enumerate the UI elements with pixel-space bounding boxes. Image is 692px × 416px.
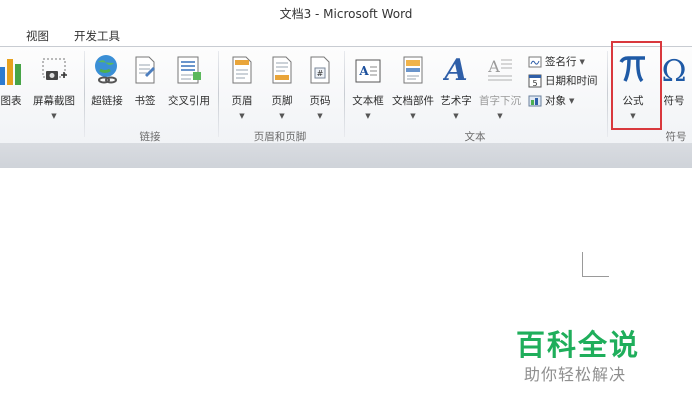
svg-text:A: A (358, 64, 369, 78)
hyperlink-label: 超链接 (91, 95, 123, 107)
chevron-down-icon: ▼ (317, 112, 323, 120)
svg-text:A: A (487, 57, 500, 76)
svg-text:#: # (317, 69, 324, 78)
watermark-subtitle: 助你轻松解决 (524, 365, 627, 384)
page-number-label: 页码 (309, 95, 331, 107)
ribbon-bottom-band (0, 143, 692, 169)
screenshot-icon (28, 51, 80, 85)
svg-text:A: A (443, 53, 468, 85)
hyperlink-icon (88, 51, 126, 85)
chevron-down-icon: ▼ (410, 112, 416, 120)
signature-line-icon (528, 56, 542, 67)
drop-cap-button[interactable]: A 首字下沉 ▼ (476, 51, 524, 120)
tab-developer[interactable]: 开发工具 (74, 28, 120, 44)
header-icon (226, 51, 258, 85)
bookmark-label: 书签 (134, 95, 156, 107)
drop-cap-icon: A (476, 51, 524, 85)
chevron-down-icon: ▼ (365, 112, 371, 120)
cross-reference-button[interactable]: 交叉引用 (164, 51, 214, 108)
date-time-label: 日期和时间 (545, 75, 598, 87)
cross-reference-label: 交叉引用 (168, 95, 210, 107)
chart-button[interactable]: 图表 (0, 51, 26, 108)
group-label-symbols: 符号 (665, 131, 687, 143)
group-label-header-footer: 页眉和页脚 (253, 131, 307, 143)
cross-reference-icon (164, 51, 214, 85)
chevron-down-icon: ▼ (579, 57, 585, 66)
text-box-button[interactable]: A 文本框 ▼ (350, 51, 386, 120)
date-time-icon: 5 (528, 74, 542, 88)
chevron-down-icon: ▼ (279, 112, 285, 120)
screenshot-button[interactable]: 屏幕截图 ▼ (28, 51, 80, 120)
page-number-button[interactable]: # 页码 ▼ (304, 51, 336, 120)
date-time-button[interactable]: 5 日期和时间 (528, 73, 598, 88)
quick-parts-icon (390, 51, 436, 85)
page-number-icon: # (304, 51, 336, 85)
group-separator (218, 51, 219, 137)
text-box-icon: A (350, 51, 386, 85)
signature-line-button[interactable]: 签名行 ▼ (528, 54, 585, 69)
object-icon (528, 95, 542, 106)
chevron-down-icon: ▼ (453, 112, 459, 120)
group-separator (344, 51, 345, 137)
quick-parts-label: 文档部件 (392, 95, 434, 107)
hyperlink-button[interactable]: 超链接 (88, 51, 126, 108)
object-label: 对象 (545, 95, 566, 107)
wordart-icon: A (438, 51, 474, 85)
group-separator (84, 51, 85, 137)
footer-icon (266, 51, 298, 85)
chevron-down-icon: ▼ (239, 112, 245, 120)
chevron-down-icon: ▼ (569, 96, 575, 105)
wordart-button[interactable]: A 艺术字 ▼ (438, 51, 474, 120)
footer-label: 页脚 (271, 95, 293, 107)
svg-text:5: 5 (532, 79, 537, 88)
bookmark-button[interactable]: 书签 (130, 51, 160, 108)
svg-text:Ω: Ω (662, 54, 687, 85)
tab-view[interactable]: 视图 (26, 28, 49, 44)
group-label-text: 文本 (464, 131, 486, 143)
screenshot-label: 屏幕截图 (33, 95, 75, 107)
wordart-label: 艺术字 (440, 95, 472, 107)
chart-icon (0, 51, 26, 85)
bookmark-icon (130, 51, 160, 85)
title-bar: 文档3 - Microsoft Word (0, 0, 692, 26)
footer-button[interactable]: 页脚 ▼ (266, 51, 298, 120)
header-button[interactable]: 页眉 ▼ (226, 51, 258, 120)
page-margin-mark (582, 252, 609, 277)
ribbon: 图表 屏幕截图 ▼ 超链接 书签 交叉引用 页眉 ▼ 页脚 ▼ # 页码 ▼ A… (0, 46, 692, 144)
object-button[interactable]: 对象 ▼ (528, 93, 574, 108)
highlight-box (611, 41, 662, 130)
watermark-title: 百科全说 (516, 328, 641, 362)
group-label-links: 链接 (139, 131, 161, 143)
chevron-down-icon: ▼ (497, 112, 503, 120)
chevron-down-icon: ▼ (51, 112, 57, 120)
window-title: 文档3 - Microsoft Word (279, 7, 413, 21)
drop-cap-label: 首字下沉 (479, 95, 521, 107)
text-box-label: 文本框 (352, 95, 384, 107)
chart-label: 图表 (0, 95, 22, 107)
quick-parts-button[interactable]: 文档部件 ▼ (390, 51, 436, 120)
signature-line-label: 签名行 (545, 56, 577, 68)
group-separator (607, 51, 608, 137)
ribbon-tabs: 视图 开发工具 (0, 26, 692, 48)
header-label: 页眉 (231, 95, 253, 107)
